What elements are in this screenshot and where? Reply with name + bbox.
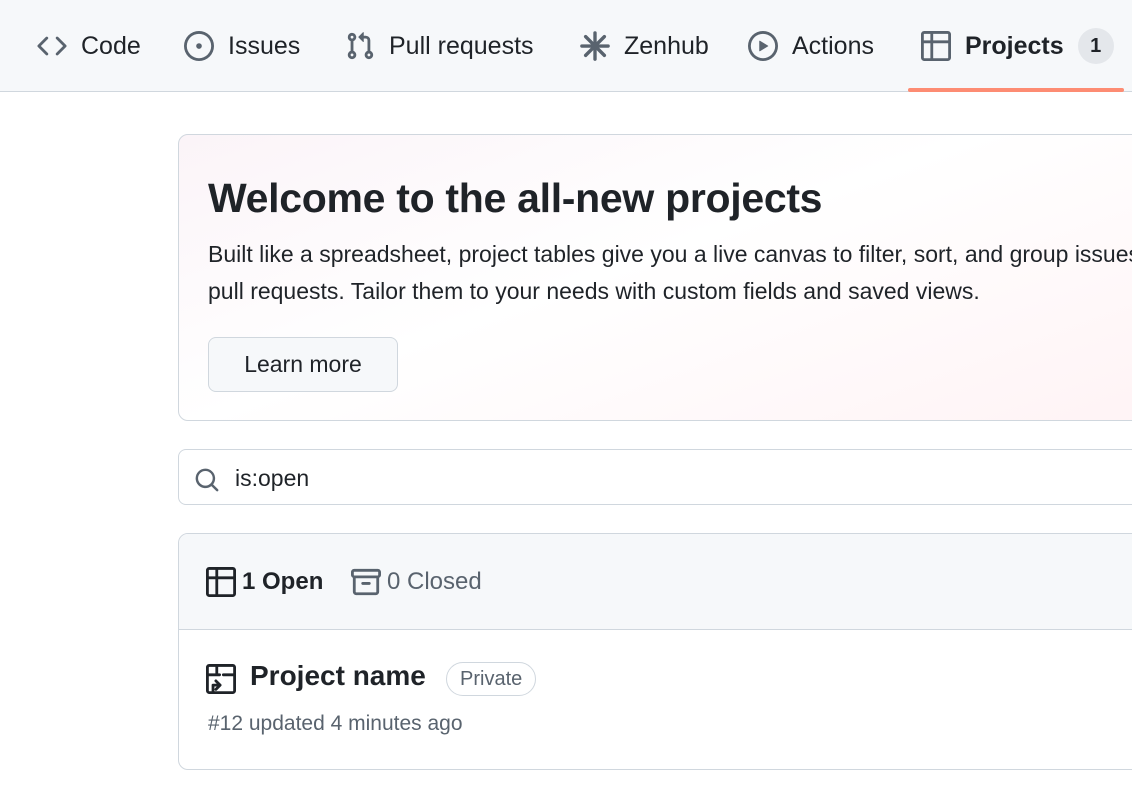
tab-actions-label: Actions — [792, 31, 874, 60]
tab-pull-requests-label: Pull requests — [389, 31, 534, 60]
closed-count-label: 0 Closed — [387, 568, 482, 595]
project-meta: #12 updated 4 minutes ago — [208, 712, 463, 735]
git-pull-request-icon — [347, 32, 374, 60]
project-name-link[interactable]: Project name — [250, 660, 426, 692]
code-icon — [37, 36, 67, 56]
repo-nav: Code Issues Pull requests Zenhub Actions… — [0, 0, 1132, 92]
open-projects-filter[interactable]: 1 Open — [206, 564, 323, 600]
search-icon — [195, 468, 219, 492]
tab-zenhub[interactable]: Zenhub — [580, 0, 709, 92]
tab-zenhub-label: Zenhub — [624, 31, 709, 60]
tab-code[interactable]: Code — [37, 0, 141, 92]
closed-projects-filter[interactable]: 0 Closed — [351, 564, 482, 600]
issue-opened-icon — [184, 31, 214, 61]
projects-welcome-banner: Welcome to the all-new projects Built li… — [178, 134, 1132, 421]
table-icon — [921, 31, 951, 61]
projects-list: 1 Open 0 Closed Project name Private #12… — [178, 533, 1132, 770]
list-item: Project name Private #12 updated 4 minut… — [179, 630, 1132, 769]
projects-counter-badge: 1 — [1077, 28, 1114, 64]
search-input[interactable] — [235, 458, 1132, 498]
tab-projects-label: Projects — [965, 31, 1064, 60]
tab-issues[interactable]: Issues — [184, 0, 300, 92]
selected-tab-underline — [908, 88, 1124, 92]
open-count-label: 1 Open — [242, 568, 324, 595]
zenhub-asterisk-icon — [580, 31, 610, 61]
tab-issues-label: Issues — [228, 31, 301, 60]
tab-code-label: Code — [81, 31, 141, 60]
projects-list-header: 1 Open 0 Closed — [179, 534, 1132, 630]
project-icon — [206, 664, 236, 694]
projects-search — [178, 449, 1132, 505]
archive-icon — [351, 568, 381, 596]
table-icon — [206, 567, 236, 597]
banner-description: Built like a spreadsheet, project tables… — [208, 241, 1132, 304]
tab-actions[interactable]: Actions — [748, 0, 874, 92]
play-icon — [748, 31, 778, 61]
visibility-badge: Private — [446, 662, 537, 696]
banner-title: Welcome to the all-new projects — [208, 175, 823, 221]
tab-pull-requests[interactable]: Pull requests — [345, 0, 534, 92]
learn-more-button[interactable]: Learn more — [208, 337, 398, 392]
tab-projects[interactable]: Projects 1 — [921, 0, 1114, 92]
